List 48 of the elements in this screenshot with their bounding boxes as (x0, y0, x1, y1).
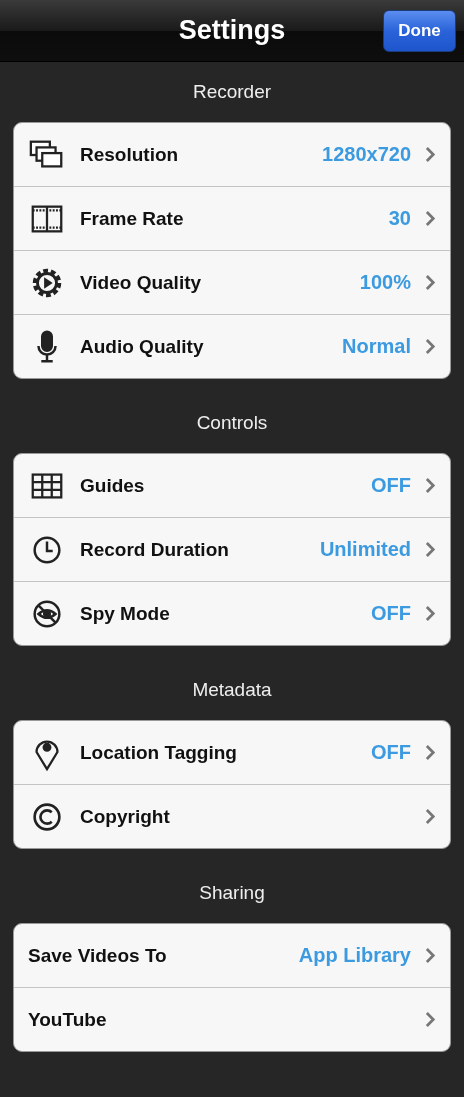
row-label: Resolution (80, 143, 180, 166)
chevron-icon (425, 744, 436, 761)
settings-row[interactable]: Resolution 1280x720 (14, 123, 450, 186)
settings-row[interactable]: Record Duration Unlimited (14, 517, 450, 581)
row-label: Location Tagging (80, 741, 238, 764)
settings-row[interactable]: Frame Rate 30 (14, 186, 450, 250)
row-label: Frame Rate (80, 207, 185, 230)
section-header: Sharing (199, 882, 265, 904)
row-value: Normal (342, 335, 411, 358)
settings-row[interactable]: Guides OFF (14, 454, 450, 517)
row-label: Audio Quality (80, 335, 205, 358)
row-label: Video Quality (80, 271, 203, 294)
chevron-icon (425, 210, 436, 227)
row-label: Record Duration (80, 538, 230, 561)
row-label: Spy Mode (80, 602, 171, 625)
chevron-icon (425, 1011, 436, 1028)
section-header: Metadata (192, 679, 272, 701)
section-header: Controls (196, 412, 268, 434)
chevron-icon (425, 477, 436, 494)
nav-title: Settings (178, 15, 286, 46)
settings-row[interactable]: Audio Quality Normal (14, 314, 450, 378)
row-label: YouTube (28, 1008, 108, 1031)
chevron-icon (425, 808, 436, 825)
row-value: 100% (359, 271, 411, 294)
row-value: App Library (298, 944, 411, 967)
settings-row[interactable]: Spy Mode OFF (14, 581, 450, 645)
row-value: 30 (388, 207, 411, 230)
settings-row[interactable]: Video Quality 100% (14, 250, 450, 314)
row-label: Save Videos To (28, 944, 168, 967)
done-button[interactable]: Done (383, 10, 456, 52)
row-value: Unlimited (319, 538, 411, 561)
row-label: Copyright (80, 805, 171, 828)
settings-row[interactable]: Save Videos To App Library (14, 924, 450, 987)
row-value: 1280x720 (322, 143, 411, 166)
chevron-icon (425, 947, 436, 964)
settings-row[interactable]: YouTube (14, 987, 450, 1051)
chevron-icon (425, 338, 436, 355)
chevron-icon (425, 146, 436, 163)
row-value: OFF (371, 602, 411, 625)
row-label: Guides (80, 474, 146, 497)
section-header: Recorder (192, 81, 272, 103)
settings-row[interactable]: Location Tagging OFF (14, 721, 450, 784)
settings-row[interactable]: Copyright (14, 784, 450, 848)
row-value: OFF (371, 741, 411, 764)
chevron-icon (425, 274, 436, 291)
row-value: OFF (371, 474, 411, 497)
chevron-icon (425, 605, 436, 622)
chevron-icon (425, 541, 436, 558)
